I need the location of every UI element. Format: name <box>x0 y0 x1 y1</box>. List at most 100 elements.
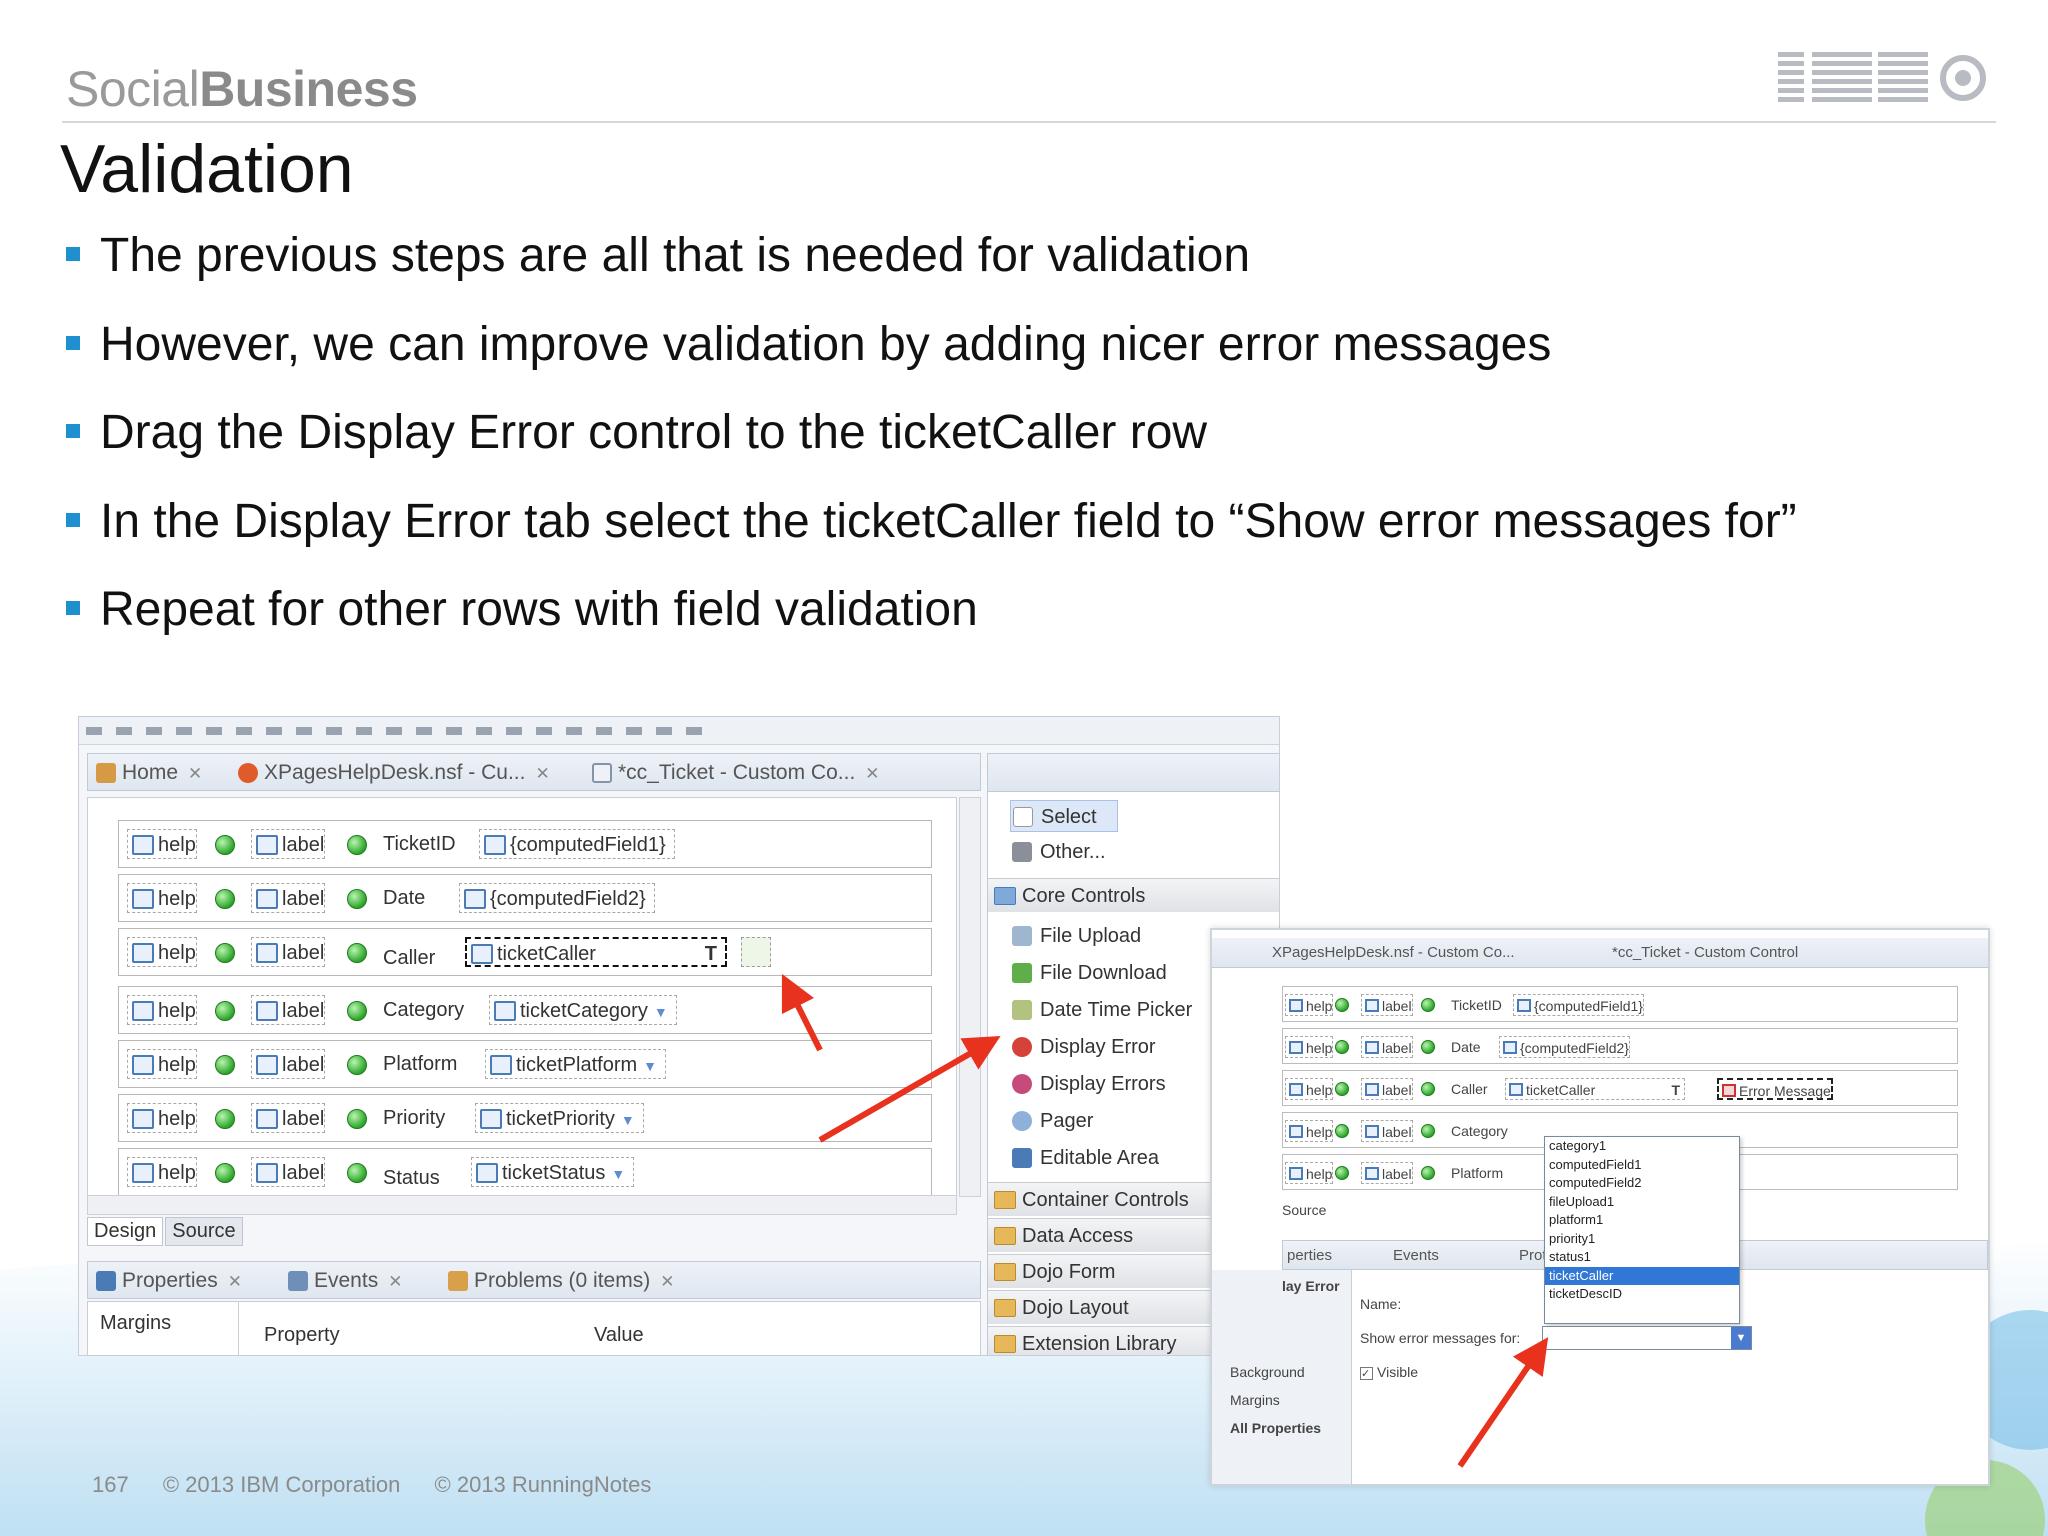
sidebar-item-background[interactable]: Background <box>1230 1364 1305 1380</box>
table-row[interactable]: help label Status ticketStatus ▼ <box>118 1148 932 1196</box>
vertical-scrollbar[interactable] <box>959 797 981 1197</box>
field-control[interactable]: ticketStatus ▼ <box>471 1157 635 1187</box>
column-header-property: Property <box>264 1324 340 1346</box>
list-item[interactable]: platform1 <box>1545 1211 1739 1230</box>
label-control[interactable]: label <box>251 1049 326 1079</box>
tab-problems[interactable]: Prot <box>1519 1247 1547 1264</box>
help-control[interactable]: help <box>127 883 197 913</box>
grid-side-label[interactable]: Margins <box>100 1312 171 1335</box>
tab-helpdesk-nsf[interactable]: XPagesHelpDesk.nsf - Cu... ✕ <box>234 758 550 788</box>
label-control[interactable]: label <box>1361 1120 1413 1142</box>
field-control[interactable]: ticketCategory ▼ <box>489 995 677 1025</box>
help-control[interactable]: help <box>127 829 197 859</box>
close-icon[interactable]: ✕ <box>535 764 549 783</box>
palette-item-other[interactable]: Other... <box>1010 836 1106 868</box>
tab-properties[interactable]: Properties ✕ <box>92 1266 242 1296</box>
label-control[interactable]: label <box>251 1157 326 1187</box>
help-control[interactable]: help <box>127 937 197 967</box>
visible-checkbox[interactable]: ✓ Visible <box>1360 1364 1418 1380</box>
palette-item-display-error[interactable]: Display Error <box>1010 1031 1156 1063</box>
help-control[interactable]: help <box>1285 1162 1334 1184</box>
field-dropdown-list[interactable]: category1 computedField1 computedField2 … <box>1544 1136 1740 1324</box>
table-row[interactable]: help label TicketID {computedField1} <box>1282 986 1958 1022</box>
label-control[interactable]: label <box>251 883 326 913</box>
tab-design[interactable]: Design <box>87 1217 164 1246</box>
field-control[interactable]: ticketPriority ▼ <box>475 1103 644 1133</box>
close-icon[interactable]: ✕ <box>188 764 202 783</box>
list-item[interactable]: ticketDescID <box>1545 1285 1739 1304</box>
table-row[interactable]: help label Category ticketCategory ▼ <box>118 986 932 1034</box>
table-row[interactable]: help label Date {computedField2} <box>1282 1028 1958 1064</box>
control-icon <box>484 835 506 855</box>
label-control[interactable]: label <box>1361 994 1413 1016</box>
field-control[interactable]: {computedField2} <box>459 883 655 913</box>
ticket-caller-field[interactable]: ticketCaller T <box>1505 1078 1685 1100</box>
help-control[interactable]: help <box>1285 1036 1334 1058</box>
field-control[interactable]: {computedField2} <box>1499 1036 1630 1058</box>
horizontal-scrollbar[interactable] <box>87 1195 957 1215</box>
label-control[interactable]: label <box>251 1103 326 1133</box>
tab-events[interactable]: Events ✕ <box>284 1266 402 1296</box>
help-control[interactable]: help <box>1285 994 1334 1016</box>
list-item[interactable]: priority1 <box>1545 1230 1739 1249</box>
table-row[interactable]: help label Platform ticketPlatform ▼ <box>118 1040 932 1088</box>
label-control[interactable]: label <box>251 937 326 967</box>
close-icon[interactable]: ✕ <box>865 764 879 783</box>
control-icon <box>132 1109 154 1129</box>
label-control[interactable]: label <box>251 829 326 859</box>
label-control[interactable]: label <box>251 995 326 1025</box>
sidebar-item-margins[interactable]: Margins <box>1230 1392 1280 1408</box>
sidebar-item-all-properties[interactable]: All Properties <box>1230 1420 1321 1436</box>
field-control[interactable]: {computedField1} <box>1513 994 1644 1016</box>
palette-item-select[interactable]: Select <box>1010 800 1118 832</box>
show-error-combobox[interactable]: ▼ <box>1542 1326 1752 1350</box>
help-control[interactable]: help <box>127 1049 197 1079</box>
palette-item-pager[interactable]: Pager <box>1010 1105 1093 1137</box>
ticket-caller-field[interactable]: ticketCaller T <box>465 937 727 967</box>
display-error-control[interactable]: Error Message <box>1717 1078 1833 1100</box>
field-control[interactable]: {computedField1} <box>479 829 675 859</box>
close-icon[interactable]: ✕ <box>228 1272 242 1291</box>
label-control[interactable]: label <box>1361 1036 1413 1058</box>
close-icon[interactable]: ✕ <box>388 1272 402 1291</box>
list-item[interactable]: fileUpload1 <box>1545 1193 1739 1212</box>
design-canvas[interactable]: help label TicketID {computedField1} hel… <box>87 797 957 1197</box>
close-icon[interactable]: ✕ <box>660 1272 674 1291</box>
chevron-down-icon[interactable]: ▼ <box>1731 1327 1751 1349</box>
table-row[interactable]: help label Date {computedField2} <box>118 874 932 922</box>
palette-item-file-download[interactable]: File Download <box>1010 957 1167 989</box>
table-row[interactable]: help label Caller ticketCaller T Error Me… <box>1282 1070 1958 1106</box>
table-row[interactable]: help label Caller ticketCaller T <box>118 928 932 976</box>
tab-source[interactable]: Source <box>1282 1202 1326 1218</box>
list-item[interactable]: computedField1 <box>1545 1156 1739 1175</box>
list-item[interactable]: status1 <box>1545 1248 1739 1267</box>
tab-home[interactable]: Home ✕ <box>92 758 202 788</box>
palette-item-file-upload[interactable]: File Upload <box>1010 920 1141 952</box>
palette-category-core-controls[interactable]: Core Controls <box>988 878 1279 912</box>
help-control[interactable]: help <box>1285 1078 1334 1100</box>
tab-properties[interactable]: perties <box>1287 1247 1332 1264</box>
label-control[interactable]: label <box>1361 1162 1413 1184</box>
table-row[interactable]: help label TicketID {computedField1} <box>118 820 932 868</box>
help-control[interactable]: help <box>127 1157 197 1187</box>
tab-events[interactable]: Events <box>1393 1247 1439 1264</box>
label-control[interactable]: label <box>1361 1078 1413 1100</box>
tab-helpdesk-nsf[interactable]: XPagesHelpDesk.nsf - Custom Co... <box>1272 944 1515 961</box>
list-item[interactable]: computedField2 <box>1545 1174 1739 1193</box>
tab-cc-ticket[interactable]: *cc_Ticket - Custom Control <box>1612 944 1798 961</box>
help-control[interactable]: help <box>1285 1120 1334 1142</box>
tab-problems[interactable]: Problems (0 items) ✕ <box>444 1266 674 1296</box>
tab-cc-ticket[interactable]: *cc_Ticket - Custom Co... ✕ <box>588 758 880 788</box>
palette-item-editable-area[interactable]: Editable Area <box>1010 1142 1159 1174</box>
sidebar-item-display-error[interactable]: lay Error <box>1282 1278 1340 1294</box>
help-control[interactable]: help <box>127 995 197 1025</box>
palette-item-display-errors[interactable]: Display Errors <box>1010 1068 1166 1100</box>
table-row[interactable]: help label Priority ticketPriority ▼ <box>118 1094 932 1142</box>
help-control[interactable]: help <box>127 1103 197 1133</box>
list-item[interactable]: category1 <box>1545 1137 1739 1156</box>
drop-target-icon[interactable] <box>741 937 771 967</box>
tab-source[interactable]: Source <box>165 1217 243 1246</box>
palette-item-date-time-picker[interactable]: Date Time Picker <box>1010 994 1192 1026</box>
field-control[interactable]: ticketPlatform ▼ <box>485 1049 667 1079</box>
list-item-selected[interactable]: ticketCaller <box>1545 1266 1739 1285</box>
